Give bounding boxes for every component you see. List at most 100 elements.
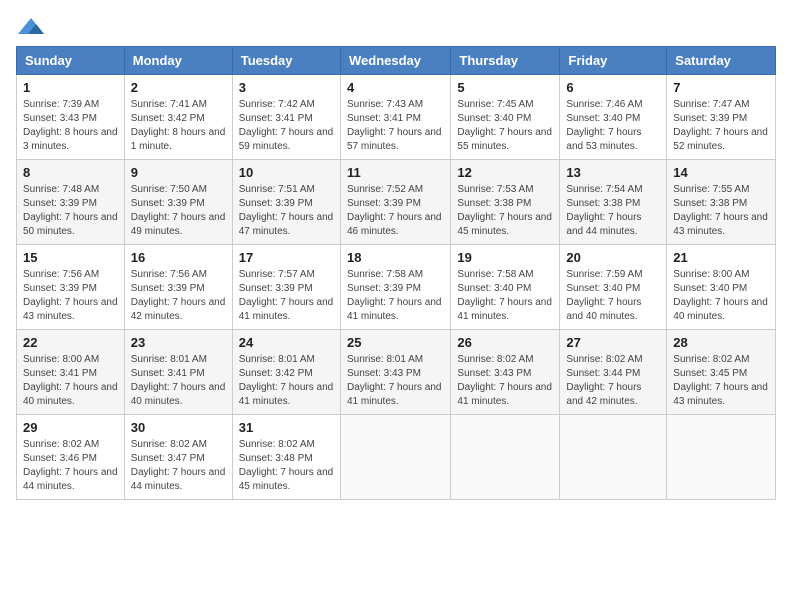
day-number: 11 — [347, 165, 444, 180]
day-number: 23 — [131, 335, 226, 350]
calendar-cell: 23 Sunrise: 8:01 AMSunset: 3:41 PMDayligh… — [124, 330, 232, 415]
calendar-cell: 3 Sunrise: 7:42 AMSunset: 3:41 PMDaylight… — [232, 75, 340, 160]
calendar-cell — [667, 415, 776, 500]
day-info: Sunrise: 7:41 AMSunset: 3:42 PMDaylight:… — [131, 98, 226, 154]
day-number: 6 — [566, 80, 660, 95]
day-number: 9 — [131, 165, 226, 180]
calendar-cell — [560, 415, 667, 500]
day-info: Sunrise: 7:50 AMSunset: 3:39 PMDaylight:… — [131, 183, 226, 239]
calendar-cell: 20 Sunrise: 7:59 AMSunset: 3:40 PMDayligh… — [560, 245, 667, 330]
day-info: Sunrise: 8:02 AMSunset: 3:44 PMDaylight:… — [566, 353, 660, 409]
calendar-cell: 12Sunrise: 7:53 AMSunset: 3:38 PMDayligh… — [451, 160, 560, 245]
day-number: 31 — [239, 420, 334, 435]
calendar-cell: 4 Sunrise: 7:43 AMSunset: 3:41 PMDaylight… — [340, 75, 450, 160]
calendar-cell: 2 Sunrise: 7:41 AMSunset: 3:42 PMDaylight… — [124, 75, 232, 160]
day-number: 15 — [23, 250, 118, 265]
calendar-cell — [340, 415, 450, 500]
header — [16, 16, 776, 38]
logo — [16, 16, 50, 38]
col-header-tuesday: Tuesday — [232, 47, 340, 75]
calendar-cell: 15 Sunrise: 7:56 AMSunset: 3:39 PMDayligh… — [17, 245, 125, 330]
day-info: Sunrise: 7:46 AMSunset: 3:40 PMDaylight:… — [566, 98, 660, 154]
day-number: 17 — [239, 250, 334, 265]
day-info: Sunrise: 8:02 AMSunset: 3:45 PMDaylight:… — [673, 353, 769, 409]
day-number: 5 — [457, 80, 553, 95]
calendar-cell: 10 Sunrise: 7:51 AMSunset: 3:39 PMDayligh… — [232, 160, 340, 245]
day-number: 29 — [23, 420, 118, 435]
calendar-cell: 25 Sunrise: 8:01 AMSunset: 3:43 PMDayligh… — [340, 330, 450, 415]
calendar-cell: 22Sunrise: 8:00 AMSunset: 3:41 PMDayligh… — [17, 330, 125, 415]
day-number: 16 — [131, 250, 226, 265]
col-header-saturday: Saturday — [667, 47, 776, 75]
day-number: 26 — [457, 335, 553, 350]
calendar-cell: 27 Sunrise: 8:02 AMSunset: 3:44 PMDayligh… — [560, 330, 667, 415]
day-info: Sunrise: 7:52 AMSunset: 3:39 PMDaylight:… — [347, 183, 444, 239]
calendar-cell: 13 Sunrise: 7:54 AMSunset: 3:38 PMDayligh… — [560, 160, 667, 245]
calendar-cell: 7 Sunrise: 7:47 AMSunset: 3:39 PMDaylight… — [667, 75, 776, 160]
calendar-cell: 18Sunrise: 7:58 AMSunset: 3:39 PMDayligh… — [340, 245, 450, 330]
day-info: Sunrise: 7:42 AMSunset: 3:41 PMDaylight:… — [239, 98, 334, 154]
day-number: 30 — [131, 420, 226, 435]
day-number: 14 — [673, 165, 769, 180]
day-number: 24 — [239, 335, 334, 350]
calendar-cell: 14 Sunrise: 7:55 AMSunset: 3:38 PMDayligh… — [667, 160, 776, 245]
day-info: Sunrise: 7:45 AMSunset: 3:40 PMDaylight:… — [457, 98, 553, 154]
day-info: Sunrise: 7:56 AMSunset: 3:39 PMDaylight:… — [23, 268, 118, 324]
day-info: Sunrise: 7:55 AMSunset: 3:38 PMDaylight:… — [673, 183, 769, 239]
day-info: Sunrise: 7:51 AMSunset: 3:39 PMDaylight:… — [239, 183, 334, 239]
day-number: 19 — [457, 250, 553, 265]
day-info: Sunrise: 8:01 AMSunset: 3:43 PMDaylight:… — [347, 353, 444, 409]
calendar-cell: 24Sunrise: 8:01 AMSunset: 3:42 PMDayligh… — [232, 330, 340, 415]
day-number: 25 — [347, 335, 444, 350]
col-header-friday: Friday — [560, 47, 667, 75]
calendar-cell: 29 Sunrise: 8:02 AMSunset: 3:46 PMDayligh… — [17, 415, 125, 500]
day-info: Sunrise: 8:00 AMSunset: 3:40 PMDaylight:… — [673, 268, 769, 324]
calendar-cell: 21 Sunrise: 8:00 AMSunset: 3:40 PMDayligh… — [667, 245, 776, 330]
calendar-cell: 5 Sunrise: 7:45 AMSunset: 3:40 PMDaylight… — [451, 75, 560, 160]
day-info: Sunrise: 8:02 AMSunset: 3:46 PMDaylight:… — [23, 438, 118, 494]
day-info: Sunrise: 7:47 AMSunset: 3:39 PMDaylight:… — [673, 98, 769, 154]
calendar-cell: 31Sunrise: 8:02 AMSunset: 3:48 PMDayligh… — [232, 415, 340, 500]
day-number: 7 — [673, 80, 769, 95]
day-info: Sunrise: 7:43 AMSunset: 3:41 PMDaylight:… — [347, 98, 444, 154]
calendar-cell: 19 Sunrise: 7:58 AMSunset: 3:40 PMDayligh… — [451, 245, 560, 330]
calendar-cell: 26 Sunrise: 8:02 AMSunset: 3:43 PMDayligh… — [451, 330, 560, 415]
logo-icon — [16, 16, 46, 38]
col-header-monday: Monday — [124, 47, 232, 75]
calendar-cell: 28 Sunrise: 8:02 AMSunset: 3:45 PMDayligh… — [667, 330, 776, 415]
calendar-cell: 8 Sunrise: 7:48 AMSunset: 3:39 PMDaylight… — [17, 160, 125, 245]
day-number: 21 — [673, 250, 769, 265]
day-number: 13 — [566, 165, 660, 180]
calendar-cell: 30 Sunrise: 8:02 AMSunset: 3:47 PMDayligh… — [124, 415, 232, 500]
day-info: Sunrise: 8:02 AMSunset: 3:47 PMDaylight:… — [131, 438, 226, 494]
day-info: Sunrise: 7:58 AMSunset: 3:40 PMDaylight:… — [457, 268, 553, 324]
day-number: 10 — [239, 165, 334, 180]
day-info: Sunrise: 7:59 AMSunset: 3:40 PMDaylight:… — [566, 268, 660, 324]
day-info: Sunrise: 8:00 AMSunset: 3:41 PMDaylight:… — [23, 353, 118, 409]
day-number: 2 — [131, 80, 226, 95]
calendar-cell: 11 Sunrise: 7:52 AMSunset: 3:39 PMDayligh… — [340, 160, 450, 245]
day-number: 18 — [347, 250, 444, 265]
day-number: 28 — [673, 335, 769, 350]
day-info: Sunrise: 7:57 AMSunset: 3:39 PMDaylight:… — [239, 268, 334, 324]
day-number: 12 — [457, 165, 553, 180]
col-header-wednesday: Wednesday — [340, 47, 450, 75]
day-number: 27 — [566, 335, 660, 350]
day-info: Sunrise: 7:39 AMSunset: 3:43 PMDaylight:… — [23, 98, 118, 154]
calendar-cell: 9 Sunrise: 7:50 AMSunset: 3:39 PMDaylight… — [124, 160, 232, 245]
calendar-cell: 16 Sunrise: 7:56 AMSunset: 3:39 PMDayligh… — [124, 245, 232, 330]
col-header-sunday: Sunday — [17, 47, 125, 75]
day-info: Sunrise: 8:01 AMSunset: 3:41 PMDaylight:… — [131, 353, 226, 409]
day-number: 8 — [23, 165, 118, 180]
day-info: Sunrise: 7:56 AMSunset: 3:39 PMDaylight:… — [131, 268, 226, 324]
calendar: SundayMondayTuesdayWednesdayThursdayFrid… — [16, 46, 776, 500]
day-info: Sunrise: 7:48 AMSunset: 3:39 PMDaylight:… — [23, 183, 118, 239]
day-info: Sunrise: 7:54 AMSunset: 3:38 PMDaylight:… — [566, 183, 660, 239]
day-number: 4 — [347, 80, 444, 95]
col-header-thursday: Thursday — [451, 47, 560, 75]
day-info: Sunrise: 8:02 AMSunset: 3:43 PMDaylight:… — [457, 353, 553, 409]
day-number: 3 — [239, 80, 334, 95]
calendar-cell: 1 Sunrise: 7:39 AMSunset: 3:43 PMDaylight… — [17, 75, 125, 160]
day-number: 20 — [566, 250, 660, 265]
day-number: 1 — [23, 80, 118, 95]
